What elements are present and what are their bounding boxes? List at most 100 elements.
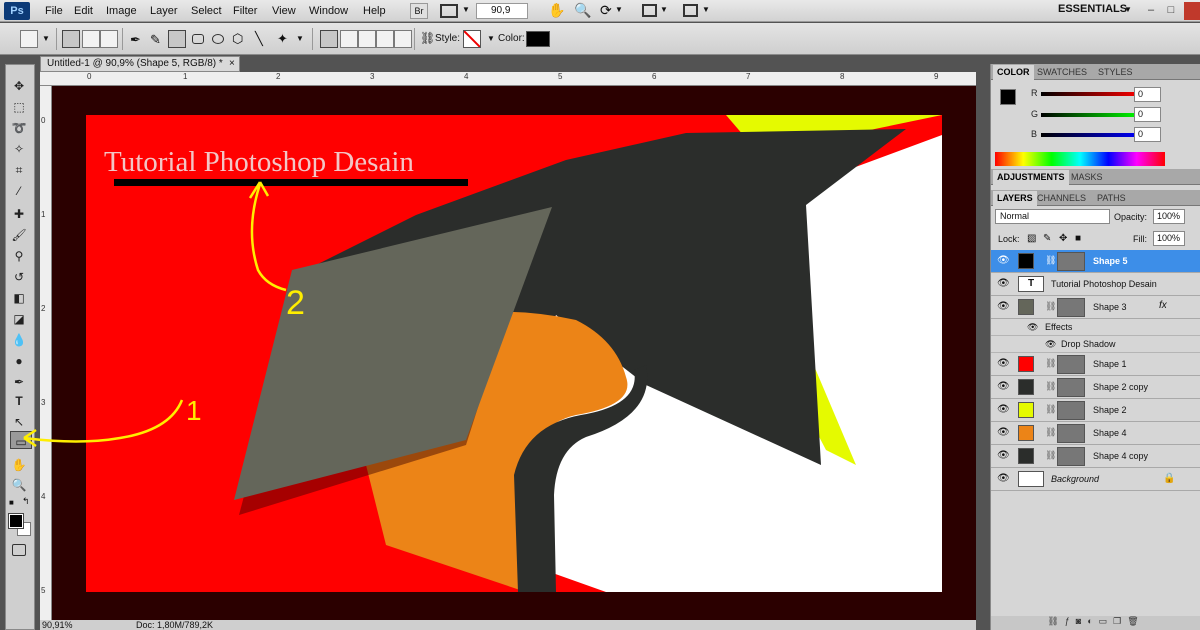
new-group-icon[interactable]: ▭ [1099,616,1114,626]
zoom-icon[interactable]: 🔍 [574,2,591,19]
layer-effects-icon[interactable]: fx [1159,300,1167,311]
tab-layers[interactable]: LAYERS [993,191,1037,206]
rotate-view-icon[interactable]: ⟳ [600,2,612,19]
exclude-overlap-icon[interactable] [394,30,412,48]
menu-layer[interactable]: Layer [150,3,178,19]
polygon-icon[interactable]: ⬡ [232,31,243,47]
new-layer-icon[interactable]: ❐ [1113,616,1127,626]
menu-file[interactable]: File [45,3,63,19]
zoom-field[interactable]: 90,9 [476,3,528,19]
tab-paths[interactable]: PATHS [1093,191,1130,206]
intersect-shape-icon[interactable] [376,30,394,48]
vector-mask-thumb[interactable] [1057,355,1085,374]
bridge-button[interactable]: Br [410,3,428,19]
panel-foreground-swatch[interactable] [1000,89,1016,105]
visibility-eye-icon[interactable]: 👁 [997,404,1010,416]
subtract-shape-area-icon[interactable] [358,30,376,48]
eraser-tool-icon[interactable]: ◧ [8,288,30,308]
custom-shape-icon[interactable]: ✦ [277,31,288,47]
workspace-switcher[interactable]: ESSENTIALS [1058,3,1127,15]
freeform-pen-icon[interactable]: ✎ [150,32,161,48]
adjustment-layer-icon[interactable]: ◐ [1087,616,1098,626]
layer-row-shape-4-copy[interactable]: 👁 ⛓ Shape 4 copy [991,445,1200,468]
opacity-field[interactable]: 100% [1153,209,1185,224]
visibility-eye-icon[interactable]: 👁 [997,381,1010,393]
chevron-down-icon[interactable]: ▼ [42,34,50,43]
healing-brush-icon[interactable]: ✚ [8,204,30,224]
rectangle-tool-icon[interactable]: ▭ [10,431,32,449]
restore-button[interactable]: □ [1162,3,1180,18]
gradient-tool-icon[interactable]: ◪ [8,309,30,329]
create-new-shape-icon[interactable] [320,30,338,48]
lasso-tool-icon[interactable]: ➰ [8,118,30,138]
layer-row-shape-1[interactable]: 👁 ⛓ Shape 1 [991,353,1200,376]
style-swatch[interactable] [463,30,481,48]
zoom-status[interactable]: 90,91% [42,620,73,630]
chevron-down-icon[interactable]: ▼ [660,5,668,14]
fx-icon[interactable]: ƒ [1065,616,1076,626]
tab-masks[interactable]: MASKS [1067,170,1107,185]
visibility-eye-icon[interactable]: 👁 [997,301,1010,313]
add-mask-icon[interactable]: ◙ [1076,616,1087,626]
link-layers-icon[interactable]: ⛓ [1047,616,1064,626]
vector-mask-thumb[interactable] [1057,252,1085,271]
link-layer-style-icon[interactable]: ⛓ [420,31,435,45]
foreground-color-swatch[interactable] [8,513,24,529]
effects-eye-icon[interactable]: 👁 [1027,319,1038,336]
layer-row-shape-2-copy[interactable]: 👁 ⛓ Shape 2 copy [991,376,1200,399]
tab-color[interactable]: COLOR [993,65,1034,80]
menu-filter[interactable]: Filter [233,3,257,19]
menu-help[interactable]: Help [363,3,386,19]
chevron-down-icon[interactable]: ▼ [1124,5,1132,14]
hand-tool-icon[interactable]: ✋ [8,455,30,475]
paths-icon[interactable] [82,30,100,48]
effects-row[interactable]: 👁 Effects [991,319,1200,336]
arrange-documents-icon[interactable] [642,4,657,17]
dodge-tool-icon[interactable]: ● [8,351,30,371]
red-value-field[interactable]: 0 [1134,87,1161,102]
layer-row-text[interactable]: 👁 T Tutorial Photoshop Desain [991,273,1200,296]
blue-slider[interactable] [1041,133,1141,137]
document-canvas[interactable]: Tutorial Photoshop Desain [86,115,942,592]
pen-tool-icon[interactable]: ✒ [130,32,141,48]
visibility-eye-icon[interactable]: 👁 [997,473,1010,485]
layer-row-shape-2[interactable]: 👁 ⛓ Shape 2 [991,399,1200,422]
default-colors-icon[interactable]: ■ [9,498,14,507]
drop-shadow-row[interactable]: 👁 Drop Shadow [991,336,1200,353]
layer-row-shape-4[interactable]: 👁 ⛓ Shape 4 [991,422,1200,445]
visibility-eye-icon[interactable]: 👁 [997,358,1010,370]
view-extras-icon[interactable] [440,4,458,18]
visibility-eye-icon[interactable]: 👁 [997,278,1010,290]
menu-window[interactable]: Window [309,3,348,19]
blend-mode-select[interactable]: Normal [995,209,1110,224]
pen-tool-icon[interactable]: ✒ [8,372,30,392]
close-document-icon[interactable]: × [229,56,239,72]
rounded-rectangle-icon[interactable] [192,34,204,44]
visibility-eye-icon[interactable]: 👁 [997,255,1010,267]
add-shape-area-icon[interactable] [340,30,358,48]
hand-tool-icon[interactable]: ✋ [548,2,565,19]
fill-pixels-icon[interactable] [100,30,118,48]
layer-row-shape-3[interactable]: 👁 ⛓ Shape 3 fx [991,296,1200,319]
minimize-button[interactable]: – [1142,3,1160,18]
lock-position-icon[interactable]: ✥ [1059,233,1067,244]
move-tool-icon[interactable]: ✥ [8,76,30,96]
type-tool-icon[interactable]: T [8,391,30,411]
clone-stamp-icon[interactable]: ⚲ [8,246,30,266]
eyedropper-tool-icon[interactable]: ⁄ [8,181,30,201]
document-tab[interactable]: Untitled-1 @ 90,9% (Shape 5, RGB/8) * [40,56,240,72]
vector-mask-thumb[interactable] [1057,298,1085,317]
vector-mask-thumb[interactable] [1057,378,1085,397]
magic-wand-tool-icon[interactable]: ✧ [8,139,30,159]
zoom-tool-icon[interactable]: 🔍 [8,475,30,495]
lock-transparency-icon[interactable]: ▧ [1027,233,1036,244]
shape-layers-icon[interactable] [62,30,80,48]
line-icon[interactable]: ╲ [255,31,263,47]
menu-edit[interactable]: Edit [74,3,93,19]
chevron-down-icon[interactable]: ▼ [462,5,470,14]
red-slider[interactable] [1041,92,1141,96]
tab-swatches[interactable]: SWATCHES [1033,65,1091,80]
visibility-eye-icon[interactable]: 👁 [997,427,1010,439]
ellipse-icon[interactable] [212,34,224,44]
chevron-down-icon[interactable]: ▼ [487,34,495,43]
